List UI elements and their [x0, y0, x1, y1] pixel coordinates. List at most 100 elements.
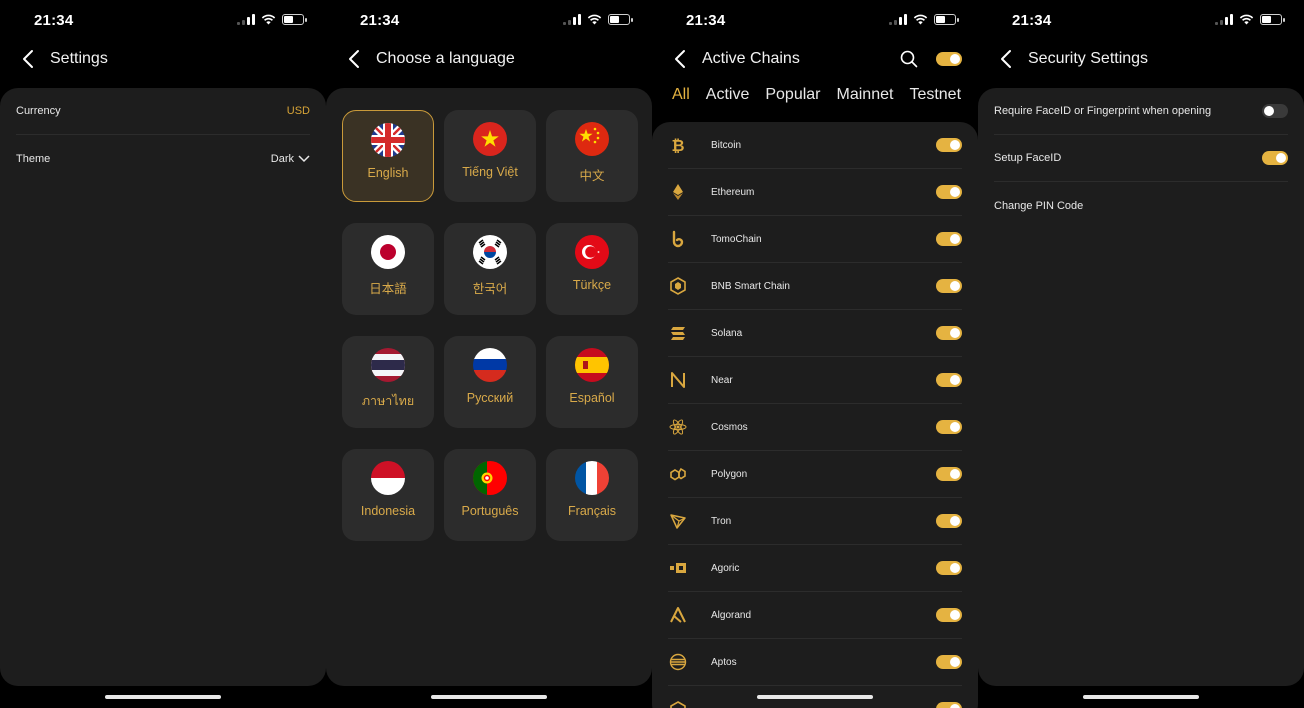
- change-pin-row[interactable]: Change PIN Code: [994, 182, 1288, 229]
- theme-row[interactable]: Theme Dark: [16, 135, 310, 182]
- battery-icon: [934, 14, 959, 25]
- language-label: 日本語: [369, 282, 407, 296]
- chain-row-solana[interactable]: Solana: [668, 310, 962, 357]
- active-chains-screen: 21:34 Active Chains All Active Popular M…: [652, 0, 978, 708]
- language-option-indonesian[interactable]: Indonesia: [342, 449, 434, 541]
- chain-toggle[interactable]: [936, 467, 962, 481]
- tab-active[interactable]: Active: [706, 86, 750, 104]
- setup-faceid-label: Setup FaceID: [994, 152, 1062, 164]
- chain-name: Agoric: [711, 562, 740, 574]
- currency-row[interactable]: Currency USD: [16, 88, 310, 135]
- language-option-spanish[interactable]: Español: [546, 336, 638, 428]
- chain-toggle[interactable]: [936, 185, 962, 199]
- thailand-flag-icon: [371, 348, 405, 382]
- language-option-english[interactable]: English: [342, 110, 434, 202]
- security-screen: 21:34 Security Settings Require FaceID o…: [978, 0, 1304, 708]
- chain-row-aptos[interactable]: Aptos: [668, 639, 962, 686]
- chain-name: Aptos: [711, 656, 737, 668]
- battery-icon: [608, 14, 633, 25]
- chain-toggle[interactable]: [936, 655, 962, 669]
- chain-toggle[interactable]: [936, 232, 962, 246]
- chain-row-algorand[interactable]: Algorand: [668, 592, 962, 639]
- tab-mainnet[interactable]: Mainnet: [837, 86, 894, 104]
- language-option-portuguese[interactable]: Português: [444, 449, 536, 541]
- language-option-chinese[interactable]: 中文: [546, 110, 638, 202]
- language-label: 中文: [579, 169, 605, 183]
- turkey-flag-icon: [575, 235, 609, 269]
- language-option-thai[interactable]: ภาษาไทย: [342, 336, 434, 428]
- language-label: Français: [568, 504, 616, 518]
- near-icon: [668, 370, 688, 390]
- chain-toggle[interactable]: [936, 420, 962, 434]
- status-bar: 21:34: [652, 0, 978, 44]
- indonesia-flag-icon: [371, 461, 405, 495]
- wifi-icon: [1239, 14, 1254, 25]
- require-faceid-toggle[interactable]: [1262, 104, 1288, 118]
- uk-flag-icon: [371, 123, 405, 157]
- portugal-flag-icon: [473, 461, 507, 495]
- language-option-korean[interactable]: 한국어: [444, 223, 536, 315]
- ethereum-icon: [668, 182, 688, 202]
- chain-row-tomochain[interactable]: TomoChain: [668, 216, 962, 263]
- chain-toggle[interactable]: [936, 138, 962, 152]
- korea-flag-icon: [473, 235, 507, 269]
- algorand-icon: [668, 605, 688, 625]
- tab-testnet[interactable]: Testnet: [909, 86, 961, 104]
- setup-faceid-toggle[interactable]: [1262, 151, 1288, 165]
- theme-select[interactable]: Dark: [271, 153, 310, 165]
- aptos-icon: [668, 652, 688, 672]
- chevron-left-icon: [23, 50, 33, 68]
- language-option-japanese[interactable]: 日本語: [342, 223, 434, 315]
- language-label: ภาษาไทย: [361, 394, 415, 408]
- chain-row-cosmos[interactable]: Cosmos: [668, 404, 962, 451]
- language-option-vietnamese[interactable]: Tiếng Việt: [444, 110, 536, 202]
- china-flag-icon: [575, 122, 609, 156]
- chain-row-ethereum[interactable]: Ethereum: [668, 169, 962, 216]
- language-option-turkish[interactable]: Türkçe: [546, 223, 638, 315]
- chain-name: Bitcoin: [711, 139, 742, 151]
- chain-row-tron[interactable]: Tron: [668, 498, 962, 545]
- chain-row-bnb[interactable]: BNB Smart Chain: [668, 263, 962, 310]
- chain-row-polygon[interactable]: Polygon: [668, 451, 962, 498]
- wifi-icon: [913, 14, 928, 25]
- chain-toggle[interactable]: [936, 608, 962, 622]
- search-icon[interactable]: [900, 50, 918, 68]
- home-indicator: [431, 695, 547, 699]
- language-label: Türkçe: [572, 278, 612, 292]
- chain-row-bitcoin[interactable]: ₿ Bitcoin: [668, 122, 962, 169]
- polygon-icon: [668, 464, 688, 484]
- battery-icon: [1260, 14, 1285, 25]
- solana-icon: [668, 323, 688, 343]
- chain-toggle[interactable]: [936, 702, 962, 708]
- page-title: Active Chains: [702, 50, 800, 67]
- chevron-left-icon: [675, 50, 685, 68]
- tron-icon: [668, 511, 688, 531]
- france-flag-icon: [575, 461, 609, 495]
- status-time: 21:34: [686, 12, 726, 29]
- svg-text:₿: ₿: [671, 136, 684, 154]
- chain-toggle[interactable]: [936, 561, 962, 575]
- chain-toggle[interactable]: [936, 373, 962, 387]
- back-button[interactable]: [670, 44, 690, 74]
- language-option-french[interactable]: Français: [546, 449, 638, 541]
- signal-icon: [563, 14, 581, 25]
- chain-icon: [668, 699, 688, 708]
- chain-toggle[interactable]: [936, 326, 962, 340]
- status-time: 21:34: [360, 12, 400, 29]
- status-time: 21:34: [1012, 12, 1052, 29]
- tab-popular[interactable]: Popular: [765, 86, 820, 104]
- back-button[interactable]: [18, 44, 38, 74]
- tab-all[interactable]: All: [672, 86, 690, 104]
- chain-toggle[interactable]: [936, 514, 962, 528]
- chain-filter-tabs: All Active Popular Mainnet Testnet: [672, 86, 961, 104]
- signal-icon: [237, 14, 255, 25]
- language-option-russian[interactable]: Русский: [444, 336, 536, 428]
- back-button[interactable]: [344, 44, 364, 74]
- chain-toggle[interactable]: [936, 279, 962, 293]
- chain-row-near[interactable]: Near: [668, 357, 962, 404]
- chain-row-agoric[interactable]: Agoric: [668, 545, 962, 592]
- signal-icon: [1215, 14, 1233, 25]
- back-button[interactable]: [996, 44, 1016, 74]
- select-all-toggle[interactable]: [936, 52, 962, 66]
- language-label: 한국어: [472, 282, 508, 296]
